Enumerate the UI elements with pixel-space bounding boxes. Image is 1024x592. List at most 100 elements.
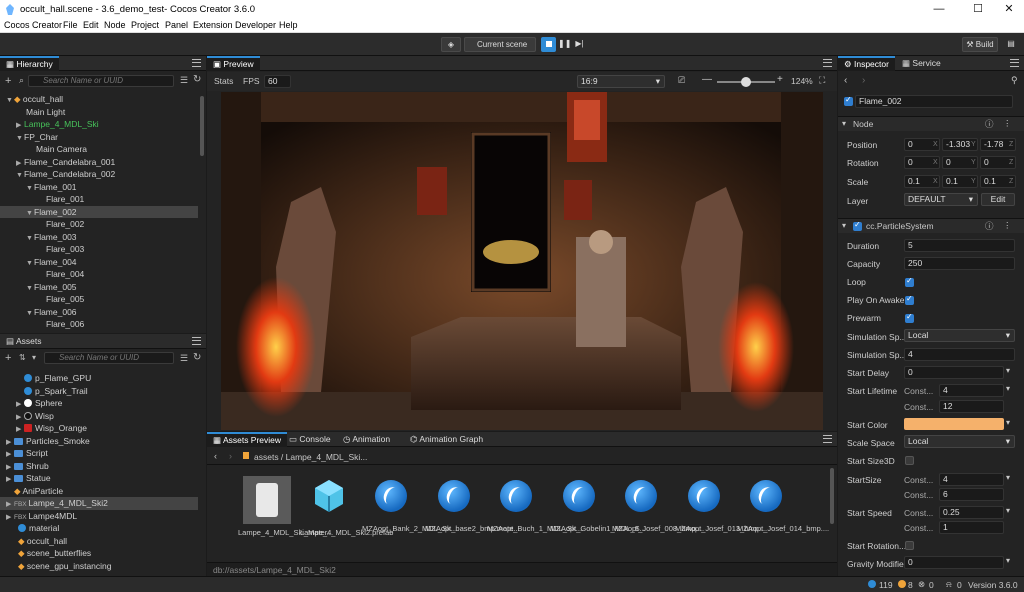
tab-console[interactable]: ▭ Console — [283, 432, 337, 447]
start-size-max[interactable]: 6 — [939, 488, 1004, 501]
pause-button[interactable]: ❚❚ — [558, 37, 571, 52]
tree-row[interactable]: ▼Flame_006 — [0, 306, 200, 319]
gravity-input[interactable]: 0 — [904, 556, 1004, 569]
tree-row[interactable]: ▼Flame_005 — [0, 281, 200, 294]
pin-icon[interactable]: ⚲ — [1011, 75, 1018, 86]
error-count[interactable]: 0 — [929, 580, 934, 590]
loop-checkbox[interactable] — [905, 276, 914, 287]
filter-icon[interactable]: ▾ — [32, 353, 36, 362]
tab-animation-graph[interactable]: ⌬ Animation Graph — [404, 432, 489, 447]
tab-preview[interactable]: ▣ Preview — [207, 56, 260, 71]
chevron-down-icon[interactable]: ▾ — [1006, 384, 1010, 393]
tab-animation[interactable]: ◷ Animation — [337, 432, 396, 447]
node-name-input[interactable]: Flame_002 — [855, 95, 1013, 108]
tree-row[interactable]: ▶ Script — [0, 447, 200, 460]
forward-icon[interactable]: › — [862, 75, 865, 86]
tree-row[interactable]: Flare_005 — [0, 293, 200, 306]
start-rotation-checkbox[interactable] — [905, 541, 914, 550]
zoom-slider-handle[interactable] — [741, 77, 751, 87]
build-button[interactable]: ⚒ Build — [962, 37, 998, 52]
inspector-menu-icon[interactable] — [1010, 59, 1019, 67]
node-active-checkbox[interactable] — [844, 95, 853, 106]
chevron-down-icon[interactable]: ▾ — [1006, 556, 1010, 565]
start-size-min[interactable]: 4 — [939, 473, 1004, 486]
simulation-space-select[interactable]: Local ▾ — [904, 329, 1015, 342]
more-icon[interactable]: ⋮ — [1003, 220, 1012, 231]
tab-assets[interactable]: ▤ Assets — [0, 334, 47, 349]
tree-row[interactable]: p_Flame_GPU — [0, 372, 200, 385]
assets-menu-icon[interactable] — [192, 337, 201, 345]
breadcrumb[interactable]: assets / Lampe_4_MDL_Ski... — [254, 452, 367, 462]
asset-item[interactable]: MZAopt_Gobelin1_MDL_S... — [550, 480, 646, 534]
info-count[interactable]: 119 — [879, 580, 893, 590]
rotate-icon[interactable]: ⎚ — [678, 75, 685, 86]
step-button[interactable]: ▶| — [573, 37, 586, 52]
preview-menu-icon[interactable] — [823, 59, 832, 67]
menu-extension[interactable]: Extension — [193, 20, 233, 30]
hierarchy-scrollbar[interactable] — [200, 96, 204, 156]
chevron-down-icon[interactable]: ▾ — [1006, 418, 1010, 427]
tab-hierarchy[interactable]: ▦ Hierarchy — [0, 56, 59, 71]
stats-toggle[interactable]: Stats — [214, 76, 233, 86]
more-icon[interactable]: ⋮ — [1003, 118, 1012, 129]
maximize-button[interactable]: ☐ — [961, 0, 995, 19]
asset-item[interactable]: Lampe_4_MDL_Ski_Mater... — [238, 476, 333, 538]
layout-icon[interactable]: ▤ — [1003, 37, 1019, 52]
menu-developer[interactable]: Developer — [235, 20, 276, 30]
menu-help[interactable]: Help — [279, 20, 298, 30]
tree-row[interactable]: ▶ FBX Lampe4MDL — [0, 510, 200, 523]
tree-row[interactable]: ▶ Particles_Smoke — [0, 435, 200, 448]
scale-space-select[interactable]: Local ▾ — [904, 435, 1015, 448]
tree-row[interactable]: Flare_002 — [0, 218, 200, 231]
tree-row[interactable]: Flare_003 — [0, 243, 200, 256]
tree-row[interactable]: material — [0, 522, 200, 535]
assets-preview-scrollbar[interactable] — [830, 468, 834, 524]
refresh-icon[interactable]: ↻ — [193, 352, 201, 363]
add-asset-icon[interactable]: + — [5, 352, 11, 364]
notification-count[interactable]: 0 — [957, 580, 962, 590]
back-icon[interactable]: ‹ — [844, 75, 847, 86]
chevron-down-icon[interactable]: ▾ — [1006, 506, 1010, 515]
tree-row-selected[interactable]: ▶ FBX Lampe_4_MDL_Ski2 — [0, 497, 198, 510]
start-color-swatch[interactable] — [904, 418, 1004, 430]
tree-row[interactable]: ▶ Wisp — [0, 410, 200, 423]
tree-row[interactable]: ▶ Statue — [0, 472, 200, 485]
tree-row-selected[interactable]: ▼Flame_002 — [0, 205, 198, 218]
fps-input[interactable]: 60 — [264, 75, 291, 88]
layer-select[interactable]: DEFAULT ▾ — [904, 193, 978, 206]
tree-row[interactable]: Flare_004 — [0, 268, 200, 281]
menu-panel[interactable]: Panel — [165, 20, 188, 30]
asset-item[interactable]: MZAopt_base2_bmp.mate... — [425, 480, 520, 534]
start-delay-input[interactable]: 0 — [904, 366, 1004, 379]
simulation-speed-input[interactable]: 4 — [904, 348, 1015, 361]
node-section-header[interactable]: ▾ Node ⓘ ⋮ — [838, 116, 1024, 131]
tree-row[interactable]: Flare_001 — [0, 193, 200, 206]
forward-icon[interactable]: › — [229, 451, 232, 461]
menu-cocos-creator[interactable]: Cocos Creator — [4, 20, 62, 30]
start-lifetime-min[interactable]: 4 — [939, 384, 1004, 397]
tab-service[interactable]: ▦ Service — [896, 56, 947, 71]
asset-item[interactable]: MZAopt_Josef_014_bmp.... — [737, 480, 829, 534]
start-speed-max[interactable]: 1 — [939, 521, 1004, 534]
menu-edit[interactable]: Edit — [83, 20, 99, 30]
aspect-select[interactable]: 16:9 ▾ — [577, 75, 665, 88]
tree-row[interactable]: ▶ Wisp_Orange — [0, 422, 200, 435]
back-icon[interactable]: ‹ — [214, 451, 217, 461]
tree-row[interactable]: ▼◆ occult_hall — [0, 93, 200, 106]
tree-row[interactable]: ▶ Lampe_4_MDL_Ski — [0, 118, 200, 131]
tree-row[interactable]: ▼Flame_001 — [0, 181, 200, 194]
asset-item[interactable]: MZAopt_Josef_008_bmp.... — [612, 480, 704, 534]
menu-file[interactable]: File — [63, 20, 78, 30]
component-enabled-checkbox[interactable] — [853, 220, 862, 231]
tree-row[interactable]: Flare_006 — [0, 318, 200, 331]
close-button[interactable]: ✕ — [992, 0, 1024, 19]
start-speed-min[interactable]: 0.25 — [939, 506, 1004, 519]
capacity-input[interactable]: 250 — [904, 257, 1015, 270]
tree-row[interactable]: ▼Flame_003 — [0, 231, 200, 244]
fit-icon[interactable]: ⛶ — [819, 75, 825, 86]
particle-system-header[interactable]: ▾ cc.ParticleSystem ⓘ ⋮ — [838, 218, 1024, 233]
collapse-all-icon[interactable]: ☰ — [180, 75, 188, 86]
tree-row[interactable]: ▶ Shrub — [0, 460, 200, 473]
tree-row[interactable]: ◆ AniParticle — [0, 485, 200, 498]
tree-row[interactable]: ◆ scene_butterflies — [0, 547, 200, 560]
